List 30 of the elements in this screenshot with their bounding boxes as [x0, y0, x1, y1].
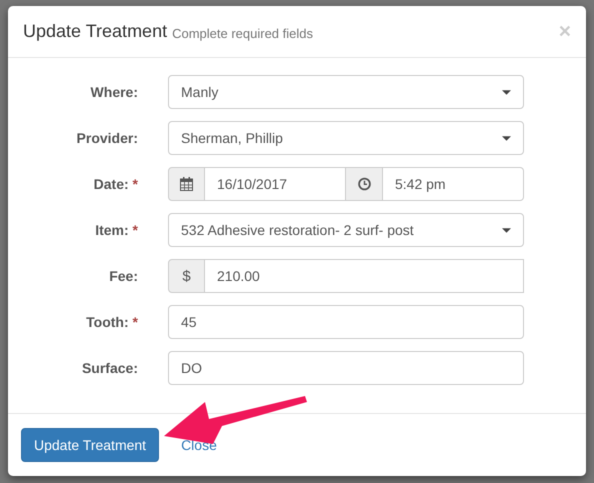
input-field[interactable]: 210.00	[205, 259, 524, 293]
caret-icon	[502, 136, 511, 140]
field-label: Tooth:	[86, 314, 129, 330]
required-marker: *	[132, 222, 138, 238]
date-field[interactable]: 16/10/2017	[205, 167, 346, 201]
field-label: Provider:	[76, 130, 138, 146]
required-marker: *	[132, 314, 138, 330]
caret-icon	[502, 90, 511, 94]
input-field[interactable]: DO	[168, 351, 524, 385]
calendar-addon[interactable]	[168, 167, 205, 201]
time-field[interactable]: 5:42 pm	[383, 167, 524, 201]
close-link[interactable]: Close	[181, 437, 217, 453]
field-label: Where:	[90, 84, 138, 100]
field-label: Item:	[95, 222, 129, 238]
dialog-subtitle: Complete required fields	[172, 26, 313, 40]
field-label: Fee:	[109, 268, 138, 284]
field-label: Surface:	[82, 360, 138, 376]
required-marker: *	[132, 176, 138, 192]
currency-addon: $	[168, 259, 205, 293]
select-field[interactable]: Manly	[168, 75, 524, 109]
dialog-title: Update Treatment	[23, 21, 168, 42]
update-treatment-button[interactable]: Update Treatment	[21, 428, 160, 462]
field-label: Date:	[94, 176, 129, 192]
select-field[interactable]: 532 Adhesive restoration- 2 surf- post	[168, 213, 524, 247]
caret-icon	[502, 228, 511, 232]
clock-icon	[358, 177, 370, 191]
calendar-icon	[180, 177, 193, 191]
time-addon[interactable]	[346, 167, 383, 201]
select-field[interactable]: Sherman, Phillip	[168, 121, 524, 155]
input-field[interactable]: 45	[168, 305, 524, 339]
